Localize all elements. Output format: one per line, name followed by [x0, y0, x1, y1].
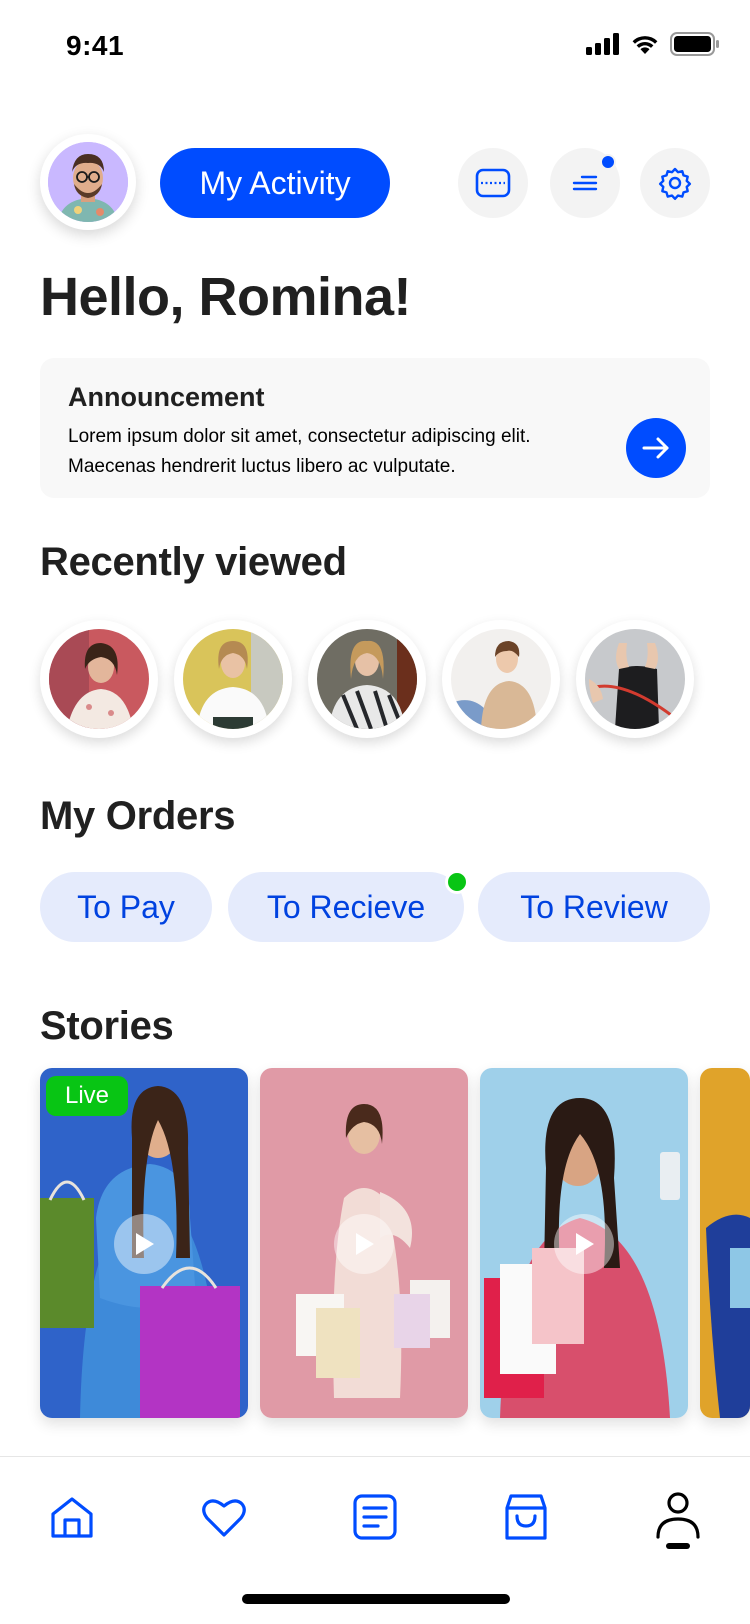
recently-viewed-list: [40, 620, 710, 740]
story-card[interactable]: Live: [40, 1068, 248, 1418]
list-icon: [353, 1494, 397, 1540]
story-card[interactable]: [700, 1068, 750, 1418]
recent-item[interactable]: [576, 620, 694, 738]
announcement-title: Announcement: [68, 382, 265, 412]
to-receive-button[interactable]: To Recieve: [228, 872, 464, 942]
play-button[interactable]: [114, 1214, 174, 1274]
to-review-button[interactable]: To Review: [478, 872, 710, 942]
heart-icon: [202, 1499, 246, 1537]
product-image: [49, 629, 149, 729]
menu-button[interactable]: [550, 148, 620, 218]
live-badge: Live: [46, 1076, 128, 1116]
avatar[interactable]: [40, 134, 136, 230]
tab-cart[interactable]: [496, 1487, 556, 1547]
my-activity-button[interactable]: My Activity: [160, 148, 390, 218]
tab-profile[interactable]: [648, 1487, 708, 1547]
battery-icon: [670, 32, 719, 56]
settings-button[interactable]: [640, 148, 710, 218]
announcement-body: Lorem ipsum dolor sit amet, consectetur …: [68, 426, 531, 477]
voucher-icon: [475, 168, 511, 198]
recently-viewed-title: Recently viewed: [40, 540, 347, 584]
product-image: [585, 629, 685, 729]
home-indicator: [242, 1594, 510, 1604]
recent-item[interactable]: [174, 620, 292, 738]
announcement-arrow-button[interactable]: [626, 418, 686, 478]
avatar-image: [48, 142, 128, 222]
story-card[interactable]: [260, 1068, 468, 1418]
profile-icon: [656, 1492, 700, 1539]
recent-item[interactable]: [442, 620, 560, 738]
my-orders-title: My Orders: [40, 794, 236, 838]
story-image: [700, 1068, 750, 1418]
status-time: 9:41: [66, 30, 125, 61]
tab-wishlist[interactable]: [194, 1487, 254, 1547]
gear-icon: [658, 167, 692, 200]
play-icon: [356, 1233, 374, 1255]
recent-item[interactable]: [40, 620, 158, 738]
stories-title: Stories: [40, 1004, 174, 1048]
announcement-card[interactable]: Announcement Lorem ipsum dolor sit amet,…: [40, 358, 710, 498]
tab-orders[interactable]: [345, 1487, 405, 1547]
product-image: [183, 629, 283, 729]
header-row: My Activity: [40, 134, 710, 230]
play-icon: [136, 1233, 154, 1255]
signal-icon: [586, 33, 619, 55]
voucher-button[interactable]: [458, 148, 528, 218]
wifi-icon: [632, 36, 658, 54]
to-pay-button[interactable]: To Pay: [40, 872, 212, 942]
notification-dot: [600, 154, 616, 170]
menu-lines-icon: [572, 175, 598, 191]
story-card[interactable]: [480, 1068, 688, 1418]
play-button[interactable]: [554, 1214, 614, 1274]
recent-item[interactable]: [308, 620, 426, 738]
active-tab-indicator: [666, 1543, 690, 1549]
product-image: [317, 629, 417, 729]
arrow-right-icon: [642, 437, 669, 459]
play-button[interactable]: [334, 1214, 394, 1274]
order-status-dot: [445, 870, 469, 894]
greeting-title: Hello, Romina!: [40, 267, 412, 327]
status-icons: [586, 32, 720, 56]
product-image: [451, 629, 551, 729]
shopping-bag-icon: [505, 1494, 547, 1540]
home-icon: [51, 1497, 93, 1538]
play-icon: [576, 1233, 594, 1255]
status-bar: 9:41: [0, 0, 750, 92]
tab-home[interactable]: [42, 1487, 102, 1547]
